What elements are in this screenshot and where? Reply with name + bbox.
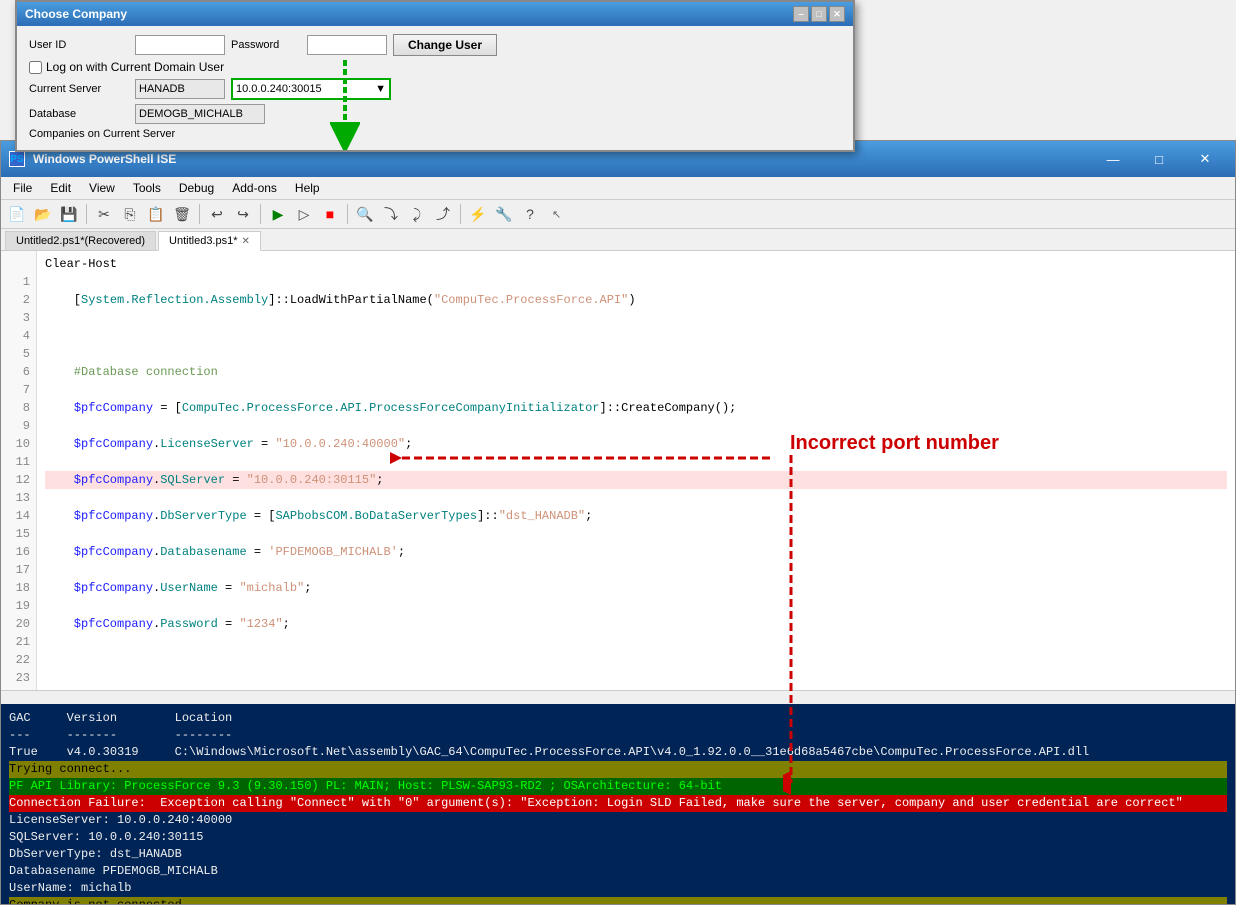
logon-label: Log on with Current Domain User (46, 60, 224, 74)
server-row: Current Server HANADB 10.0.0.240:30015 ▼ (29, 78, 841, 100)
tab-untitled2-label: Untitled2.ps1*(Recovered) (16, 235, 145, 247)
line-numbers: 1 2 3 4 5 6 7 8 9 10 11 12 13 14 15 16 1… (1, 251, 37, 690)
red-dashed-arrow (390, 448, 770, 468)
output-line-3: True v4.0.30319 C:\Windows\Microsoft.Net… (9, 744, 1227, 761)
output-line-license: LicenseServer: 10.0.0.240:40000 (9, 812, 1227, 829)
ps-window: PS Windows PowerShell ISE — □ ✕ File Edi… (0, 140, 1236, 905)
tab-untitled3-close-icon[interactable]: ✕ (242, 236, 250, 247)
dialog-title: Choose Company (25, 7, 127, 21)
output-line-pf: PF API Library: ProcessForce 9.3 (9.30.1… (9, 778, 1227, 795)
output-line-2: --- ------- -------- (9, 727, 1227, 744)
ps-editor: 1 2 3 4 5 6 7 8 9 10 11 12 13 14 15 16 1… (1, 251, 1235, 704)
tb-run-btn[interactable]: ▶ (266, 202, 290, 226)
tb-show-addon-btn[interactable]: 🔧 (492, 202, 516, 226)
userid-row: User ID Password Change User (29, 34, 841, 56)
tb-undo-btn[interactable]: ↩ (205, 202, 229, 226)
choose-company-dialog: Choose Company – □ ✕ User ID Password Ch… (15, 0, 855, 152)
tb-step-btn[interactable]: ⤵ (379, 202, 403, 226)
server-dropdown[interactable]: 10.0.0.240:30015 ▼ (231, 78, 391, 100)
output-line-trying: Trying connect... (9, 761, 1227, 778)
dialog-maximize-btn[interactable]: □ (811, 6, 827, 22)
tb-sep2 (199, 204, 200, 224)
dialog-close-btn[interactable]: ✕ (829, 6, 845, 22)
server-name-value: HANADB (139, 83, 185, 95)
tb-stop-btn[interactable]: ■ (318, 202, 342, 226)
logon-checkbox[interactable] (29, 61, 42, 74)
ps-titlebar-left: PS Windows PowerShell ISE (9, 151, 176, 167)
tab-untitled3[interactable]: Untitled3.ps1* ✕ (158, 231, 261, 251)
cursor-indicator: ↖ (552, 208, 561, 221)
logon-row: Log on with Current Domain User (29, 60, 841, 74)
change-user-button[interactable]: Change User (393, 34, 497, 56)
dialog-body: User ID Password Change User Log on with… (17, 26, 853, 150)
database-label: Database (29, 108, 129, 120)
server-name-box: HANADB (135, 79, 225, 99)
tab-untitled3-label: Untitled3.ps1* (169, 235, 238, 247)
code-content[interactable]: Clear-Host [System.Reflection.Assembly]:… (37, 251, 1235, 690)
dropdown-arrow-icon: ▼ (375, 83, 386, 95)
menu-view[interactable]: View (81, 179, 123, 197)
dialog-titlebar: Choose Company – □ ✕ (17, 2, 853, 26)
ps-output: GAC Version Location --- ------- -------… (1, 704, 1235, 904)
green-arrow-annotation (330, 60, 360, 150)
menu-tools[interactable]: Tools (125, 179, 169, 197)
ps-menubar: File Edit View Tools Debug Add-ons Help (1, 177, 1235, 200)
output-line-dbtype: DbServerType: dst_HANADB (9, 846, 1227, 863)
horizontal-scrollbar[interactable] (1, 690, 1235, 704)
tb-save-btn[interactable]: 💾 (57, 202, 81, 226)
tb-sep5 (460, 204, 461, 224)
ps-window-controls: — □ ✕ (1091, 145, 1227, 173)
tb-step-over-btn[interactable]: ⤸ (405, 202, 429, 226)
menu-file[interactable]: File (5, 179, 40, 197)
dialog-title-controls: – □ ✕ (793, 6, 845, 22)
tb-paste-btn[interactable]: 📋 (144, 202, 168, 226)
menu-help[interactable]: Help (287, 179, 328, 197)
output-line-dbname: Databasename PFDEMOGB_MICHALB (9, 863, 1227, 880)
output-line-1: GAC Version Location (9, 710, 1227, 727)
database-value-box: DEMOGB_MICHALB (135, 104, 265, 124)
password-input[interactable] (307, 35, 387, 55)
output-line-notconnected: Company is not connected (9, 897, 1227, 904)
tb-run-sel-btn[interactable]: ▷ (292, 202, 316, 226)
tb-step-out-btn[interactable]: ⤴ (431, 202, 455, 226)
tb-cut-btn[interactable]: ✂ (92, 202, 116, 226)
code-area: 1 2 3 4 5 6 7 8 9 10 11 12 13 14 15 16 1… (1, 251, 1235, 690)
dialog-minimize-btn[interactable]: – (793, 6, 809, 22)
red-vertical-line (783, 455, 799, 795)
output-line-error: Connection Failure: Exception calling "C… (9, 795, 1227, 812)
tb-sep1 (86, 204, 87, 224)
tb-help-btn[interactable]: ? (518, 202, 542, 226)
tb-redo-btn[interactable]: ↪ (231, 202, 255, 226)
database-row: Database DEMOGB_MICHALB (29, 104, 841, 124)
tab-untitled2[interactable]: Untitled2.ps1*(Recovered) (5, 231, 156, 250)
menu-edit[interactable]: Edit (42, 179, 79, 197)
ps-app-icon: PS (9, 151, 25, 167)
tb-new-btn[interactable]: 📄 (5, 202, 29, 226)
ps-window-title: Windows PowerShell ISE (33, 152, 176, 166)
ps-maximize-btn[interactable]: □ (1137, 145, 1181, 173)
ps-close-btn[interactable]: ✕ (1183, 145, 1227, 173)
output-line-username: UserName: michalb (9, 880, 1227, 897)
output-line-sql: SQLServer: 10.0.0.240:30115 (9, 829, 1227, 846)
companies-label: Companies on Current Server (29, 128, 841, 140)
userid-input[interactable] (135, 35, 225, 55)
tb-copy-btn[interactable]: ⎘ (118, 202, 142, 226)
server-address-value: 10.0.0.240:30015 (236, 83, 322, 95)
tb-open-btn[interactable]: 📂 (31, 202, 55, 226)
tb-debug-btn[interactable]: 🔍 (353, 202, 377, 226)
menu-debug[interactable]: Debug (171, 179, 222, 197)
ps-minimize-btn[interactable]: — (1091, 145, 1135, 173)
tb-sep3 (260, 204, 261, 224)
incorrect-port-annotation: Incorrect port number (790, 432, 999, 455)
menu-addons[interactable]: Add-ons (224, 179, 285, 197)
tb-clear-btn[interactable]: 🗑 (170, 202, 194, 226)
password-label: Password (231, 39, 301, 51)
tb-snippet-btn[interactable]: ⚡ (466, 202, 490, 226)
ps-toolbar: 📄 📂 💾 ✂ ⎘ 📋 🗑 ↩ ↪ ▶ ▷ ■ 🔍 ⤵ ⤸ ⤴ ⚡ 🔧 ? ↖ (1, 200, 1235, 229)
database-value: DEMOGB_MICHALB (139, 108, 243, 120)
ps-tabs: Untitled2.ps1*(Recovered) Untitled3.ps1*… (1, 229, 1235, 251)
current-server-label: Current Server (29, 83, 129, 95)
userid-label: User ID (29, 39, 129, 51)
tb-sep4 (347, 204, 348, 224)
